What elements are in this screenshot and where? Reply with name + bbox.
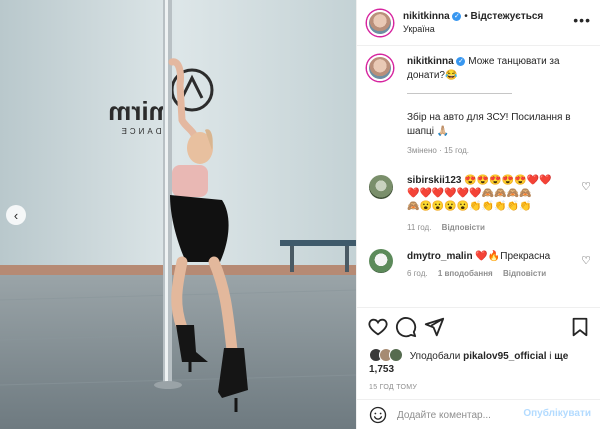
comment-like-icon[interactable]: ♡ (581, 180, 591, 193)
post-header: nikitkinna ✓ • Відстежується Україна ••• (357, 0, 600, 46)
studio-logo-text: mirm (108, 96, 172, 126)
caption-text-2: Збір на авто для ЗСУ! Посилання в шапці … (407, 112, 571, 137)
instagram-post-modal: mirm DANCE ‹ nikitkinna ✓ • Відстежуєтьс… (0, 0, 600, 429)
likes-suffix: і (549, 351, 552, 362)
post-location[interactable]: Україна (403, 23, 543, 36)
comment-like-icon[interactable]: ♡ (581, 254, 591, 267)
caption-avatar[interactable] (367, 55, 393, 81)
likes-summary: Уподобали pikalov95_official і ще 1,753 (369, 348, 591, 376)
liker-username[interactable]: pikalov95_official (463, 351, 546, 362)
comment-text: 😍😍😍😍😍❤️❤️ (464, 175, 552, 186)
reply-button[interactable]: Відповісти (442, 223, 485, 232)
comment-item: sibirskii123 😍😍😍😍😍❤️❤️ ❤️❤️❤️❤️❤️❤️🙈🙈🙈🙈 … (407, 174, 579, 213)
share-icon[interactable] (423, 316, 445, 338)
comment-meta: 11 год. Відповісти (407, 223, 493, 232)
post-actions: Уподобали pikalov95_official і ще 1,753 … (357, 307, 600, 407)
comment-username[interactable]: sibirskii123 (407, 175, 461, 186)
caption-edited: Змінено · 15 год. (407, 146, 469, 155)
verified-icon: ✓ (452, 12, 462, 21)
comment-time: 6 год. (407, 269, 428, 278)
comment-text: 🙈😮😮😮😮👏👏👏👏👏 (407, 201, 532, 212)
chevron-left-icon[interactable]: ‹ (6, 205, 26, 225)
comments-list: nikitkinna ✓ Може танцювати за донати?😂 … (357, 47, 600, 305)
verified-icon: ✓ (456, 57, 466, 66)
comment-avatar[interactable] (369, 175, 393, 199)
heart-icon[interactable] (367, 316, 389, 338)
comment-composer: Опублікувати (357, 399, 600, 429)
likes-prefix: Уподобали (409, 351, 461, 362)
post-photo[interactable]: mirm DANCE ‹ (0, 0, 356, 429)
emoji-icon[interactable] (369, 406, 387, 424)
more-icon[interactable]: ••• (573, 12, 591, 28)
author-avatar[interactable] (367, 10, 393, 36)
post-timestamp[interactable]: 15 ГОД ТОМУ (369, 384, 417, 391)
comment-text: ❤️🔥Прекрасна (475, 251, 551, 262)
comment-avatar[interactable] (369, 249, 393, 273)
comment-time: 11 год. (407, 223, 432, 232)
comment-likes[interactable]: 1 вподобання (438, 269, 493, 278)
reply-button[interactable]: Відповісти (503, 269, 546, 278)
post-comment-button[interactable]: Опублікувати (523, 408, 591, 419)
caption-separator: ——————————————— (407, 90, 512, 97)
post-side-panel: nikitkinna ✓ • Відстежується Україна •••… (356, 0, 600, 429)
dance-studio-image: mirm DANCE (0, 0, 356, 429)
comment-input[interactable] (397, 407, 527, 423)
comment-icon[interactable] (395, 316, 417, 338)
comment-meta: 6 год. 1 вподобання Відповісти (407, 269, 554, 278)
separator-dot: • (464, 11, 468, 22)
follow-status[interactable]: Відстежується (471, 11, 544, 22)
liker-avatars (369, 348, 403, 362)
comment-text: ❤️❤️❤️❤️❤️❤️🙈🙈🙈🙈 (407, 188, 532, 199)
comment-item: dmytro_malin ❤️🔥Прекрасна (407, 250, 579, 264)
comment-username[interactable]: dmytro_malin (407, 251, 473, 262)
caption-username[interactable]: nikitkinna (407, 56, 454, 67)
bookmark-icon[interactable] (569, 316, 591, 338)
caption: nikitkinna ✓ Може танцювати за донати?😂 (407, 55, 587, 83)
studio-logo-sub: DANCE (118, 127, 161, 136)
author-username[interactable]: nikitkinna (403, 11, 450, 22)
